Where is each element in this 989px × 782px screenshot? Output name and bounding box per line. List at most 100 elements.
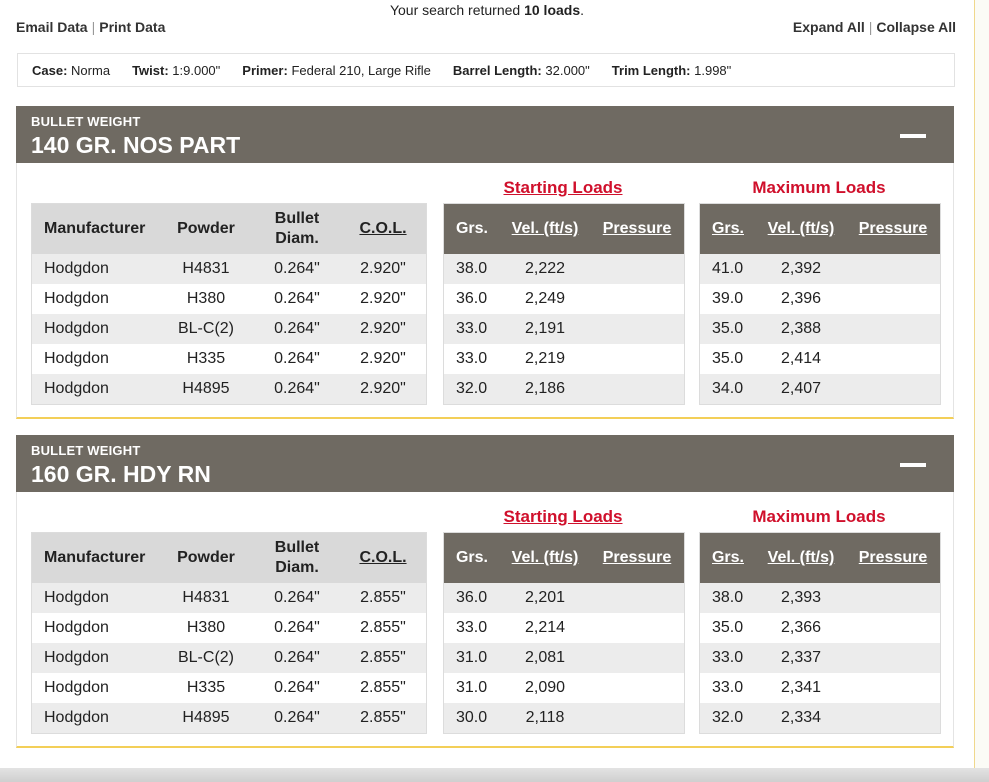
- grs-cell: 33.0: [712, 679, 744, 696]
- pressure-header[interactable]: Pressure: [846, 219, 940, 239]
- page: Your search returned 10 loads. Email Dat…: [0, 0, 975, 770]
- bullet-diam-cell: 0.264": [274, 649, 320, 666]
- table-row: Hodgdon BL-C(2) 0.264" 2.855": [32, 643, 426, 673]
- velocity-cell: 2,214: [524, 619, 566, 636]
- table-header: Grs. Vel. (ft/s) Pressure: [444, 204, 684, 254]
- manufacturer-cell: Hodgdon: [44, 709, 109, 726]
- starting-loads-title[interactable]: Starting Loads: [443, 178, 683, 198]
- primer-info: Primer: Federal 210, Large Rifle: [242, 62, 431, 78]
- manufacturer-header: Manufacturer: [44, 549, 146, 566]
- barrel-length-info: Barrel Length: 32.000": [452, 62, 590, 78]
- velocity-header[interactable]: Vel. (ft/s): [756, 548, 846, 568]
- velocity-cell: 2,249: [524, 290, 566, 307]
- table-rows: 41.0 2,392 39.0 2,396 35.0 2,388 35.0 2,414 34.0…: [700, 254, 940, 404]
- bullet-info-table: Manufacturer Powder Bullet Diam. C.O.L. Hodgd…: [31, 532, 427, 734]
- powder-header: Powder: [177, 549, 235, 566]
- velocity-header[interactable]: Vel. (ft/s): [500, 548, 590, 568]
- table-header: Grs. Vel. (ft/s) Pressure: [700, 533, 940, 583]
- manufacturer-cell: Hodgdon: [44, 320, 109, 337]
- table-row: 34.0 2,407: [700, 374, 940, 404]
- powder-cell: H4831: [182, 260, 230, 277]
- table-row: 33.0 2,191: [444, 314, 684, 344]
- col-cell: 2.855": [360, 649, 406, 666]
- load-info-bar: Case: Norma Twist: 1:9.000" Primer: Fede…: [17, 53, 955, 87]
- table-rows: 38.0 2,222 36.0 2,249 33.0 2,191 33.0 2,219 32.0…: [444, 254, 684, 404]
- bullet-diam-cell: 0.264": [274, 320, 320, 337]
- grs-cell: 32.0: [712, 709, 744, 726]
- table-row: Hodgdon H4831 0.264" 2.920": [32, 254, 426, 284]
- col-header[interactable]: C.O.L.: [340, 548, 426, 568]
- table-row: 35.0 2,414: [700, 344, 940, 374]
- grs-cell: 33.0: [456, 320, 488, 337]
- collapse-all-link[interactable]: Collapse All: [876, 19, 956, 35]
- velocity-cell: 2,118: [525, 709, 565, 726]
- maximum-loads-table: Grs. Vel. (ft/s) Pressure 41.0 2,392 39.0 2,39…: [699, 203, 941, 405]
- velocity-header[interactable]: Vel. (ft/s): [756, 219, 846, 239]
- table-row: 35.0 2,366: [700, 613, 940, 643]
- powder-cell: H380: [186, 619, 226, 636]
- expand-all-link[interactable]: Expand All: [793, 19, 865, 35]
- grs-header: Grs.: [455, 220, 488, 237]
- powder-cell: H4895: [182, 380, 230, 397]
- grs-cell: 31.0: [456, 649, 488, 666]
- case-info: Case: Norma: [32, 62, 111, 78]
- velocity-cell: 2,334: [780, 709, 822, 726]
- table-rows: 38.0 2,393 35.0 2,366 33.0 2,337 33.0 2,341 32.0…: [700, 583, 940, 733]
- table-row: 32.0 2,334: [700, 703, 940, 733]
- collapse-minus-icon[interactable]: [900, 463, 926, 467]
- col-header[interactable]: C.O.L.: [340, 219, 426, 239]
- manufacturer-header: Manufacturer: [44, 220, 146, 237]
- bullet-diam-cell: 0.264": [274, 350, 320, 367]
- manufacturer-cell: Hodgdon: [44, 619, 109, 636]
- col-cell: 2.920": [360, 380, 406, 397]
- maximum-loads-table: Grs. Vel. (ft/s) Pressure 38.0 2,393 35.0 2,36…: [699, 532, 941, 734]
- bullet-info-table: Manufacturer Powder Bullet Diam. C.O.L. Hodgd…: [31, 203, 427, 405]
- bullet-diam-header-line1: Bullet: [274, 539, 320, 556]
- col-cell: 2.855": [360, 709, 406, 726]
- manufacturer-cell: Hodgdon: [44, 589, 109, 606]
- grs-cell: 38.0: [456, 260, 488, 277]
- maximum-loads-title: Maximum Loads: [752, 178, 886, 197]
- col-cell: 2.855": [360, 619, 406, 636]
- print-data-link[interactable]: Print Data: [99, 19, 165, 35]
- velocity-header[interactable]: Vel. (ft/s): [500, 219, 590, 239]
- grs-cell: 39.0: [712, 290, 744, 307]
- section-header[interactable]: BULLET WEIGHT 140 GR. NOS PART: [16, 106, 954, 163]
- pressure-header[interactable]: Pressure: [590, 219, 684, 239]
- email-data-link[interactable]: Email Data: [16, 19, 88, 35]
- bullet-weight-label: BULLET WEIGHT: [31, 114, 141, 129]
- velocity-cell: 2,186: [524, 380, 566, 397]
- bullet-section: BULLET WEIGHT 140 GR. NOS PART Starting Lo…: [16, 106, 954, 419]
- table-header: Grs. Vel. (ft/s) Pressure: [700, 204, 940, 254]
- col-cell: 2.920": [360, 350, 406, 367]
- grs-cell: 30.0: [456, 709, 488, 726]
- collapse-minus-icon[interactable]: [900, 134, 926, 138]
- section-header[interactable]: BULLET WEIGHT 160 GR. HDY RN: [16, 435, 954, 492]
- powder-cell: H4895: [182, 709, 230, 726]
- grs-header[interactable]: Grs.: [700, 548, 756, 568]
- grs-cell: 34.0: [712, 380, 744, 397]
- table-row: 38.0 2,222: [444, 254, 684, 284]
- grs-cell: 35.0: [712, 320, 744, 337]
- velocity-cell: 2,222: [524, 260, 566, 277]
- table-rows: Hodgdon H4831 0.264" 2.920" Hodgdon H380 0.264…: [32, 254, 426, 404]
- twist-info: Twist: 1:9.000": [132, 62, 221, 78]
- pressure-header[interactable]: Pressure: [590, 548, 684, 568]
- table-row: Hodgdon BL-C(2) 0.264" 2.920": [32, 314, 426, 344]
- starting-loads-title[interactable]: Starting Loads: [443, 507, 683, 527]
- manufacturer-cell: Hodgdon: [44, 350, 109, 367]
- grs-header[interactable]: Grs.: [700, 219, 756, 239]
- pressure-header[interactable]: Pressure: [846, 548, 940, 568]
- table-row: 39.0 2,396: [700, 284, 940, 314]
- table-row: 33.0 2,337: [700, 643, 940, 673]
- grs-cell: 36.0: [456, 290, 488, 307]
- table-row: 33.0 2,219: [444, 344, 684, 374]
- table-rows: Hodgdon H4831 0.264" 2.855" Hodgdon H380 0.264…: [32, 583, 426, 733]
- velocity-cell: 2,407: [780, 380, 822, 397]
- table-header: Manufacturer Powder Bullet Diam. C.O.L.: [32, 204, 426, 254]
- bullet-diam-header-line1: Bullet: [274, 210, 320, 227]
- col-cell: 2.855": [360, 679, 406, 696]
- grs-cell: 33.0: [456, 619, 488, 636]
- col-cell: 2.920": [360, 260, 406, 277]
- table-header: Manufacturer Powder Bullet Diam. C.O.L.: [32, 533, 426, 583]
